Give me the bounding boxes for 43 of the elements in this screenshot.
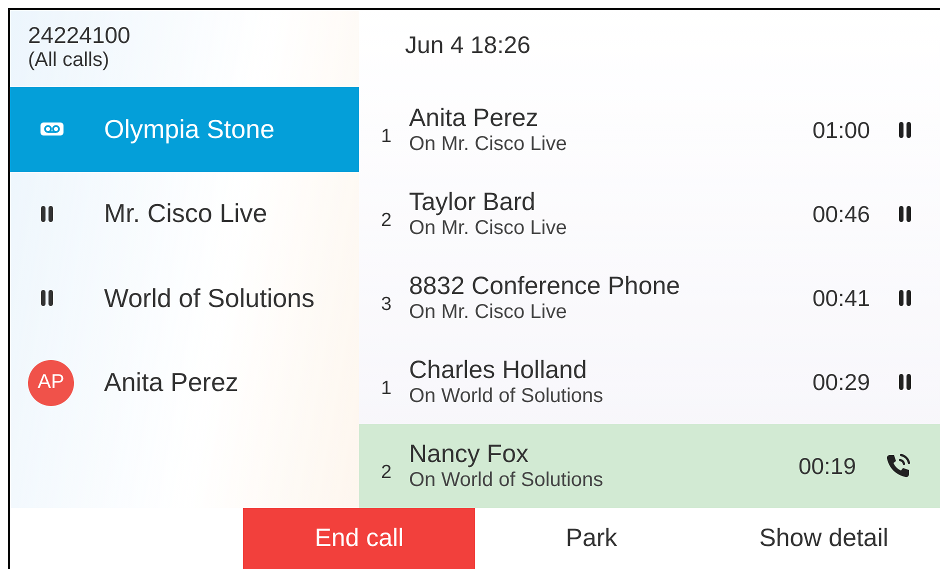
softkey-button[interactable]: Park — [475, 508, 708, 569]
call-index: 2 — [381, 209, 393, 232]
session-item[interactable]: AP Anita Perez — [10, 340, 359, 425]
date-time: Jun 4 18:26 — [405, 32, 530, 59]
pause-icon — [898, 373, 912, 391]
call-row[interactable]: 2 Taylor Bard On Mr. Cisco Live 00:46 — [359, 172, 940, 256]
avatar: AP — [28, 360, 74, 406]
caller-name: 8832 Conference Phone — [409, 272, 682, 300]
call-row[interactable]: 1 Charles Holland On World of Solutions 00:29 — [359, 340, 940, 424]
call-index: 1 — [381, 125, 393, 148]
pause-icon — [40, 204, 54, 223]
phone-icon — [884, 452, 912, 480]
call-row[interactable]: 2 Nancy Fox On World of Solutions 00:19 — [359, 424, 940, 508]
call-index: 2 — [381, 461, 393, 484]
pause-icon — [40, 289, 54, 308]
session-item[interactable]: World of Solutions — [10, 256, 359, 340]
call-detail: On World of Solutions — [409, 468, 604, 492]
pause-icon — [898, 289, 912, 307]
call-index: 1 — [381, 377, 393, 400]
call-duration: 01:00 — [812, 116, 870, 144]
pause-icon — [898, 121, 912, 139]
call-index: 3 — [381, 293, 393, 316]
pause-icon — [898, 205, 912, 223]
caller-name: Anita Perez — [409, 104, 540, 132]
caller-name: Nancy Fox — [409, 440, 530, 468]
call-duration: 00:19 — [798, 452, 856, 480]
call-detail: On Mr. Cisco Live — [409, 216, 568, 240]
call-duration: 00:46 — [812, 200, 870, 228]
softkey-button[interactable]: Show detail — [708, 508, 940, 569]
caller-name: Taylor Bard — [409, 188, 536, 216]
call-row[interactable]: 3 8832 Conference Phone On Mr. Cisco Live 00:41 — [359, 256, 940, 340]
softkey-button[interactable]: End call — [243, 508, 476, 569]
call-row[interactable]: 1 Anita Perez On Mr. Cisco Live 01:00 — [359, 88, 940, 172]
voicemail-icon — [40, 122, 64, 136]
call-duration: 00:29 — [812, 368, 870, 396]
call-filter: (All calls) — [28, 48, 110, 72]
call-detail: On Mr. Cisco Live — [409, 132, 568, 156]
call-detail: On World of Solutions — [409, 384, 604, 408]
call-duration: 00:41 — [812, 284, 870, 312]
call-detail: On Mr. Cisco Live — [409, 300, 568, 324]
caller-name: Charles Holland — [409, 356, 588, 384]
session-item[interactable]: Mr. Cisco Live — [10, 172, 359, 256]
line-number: 24224100 — [28, 22, 132, 48]
